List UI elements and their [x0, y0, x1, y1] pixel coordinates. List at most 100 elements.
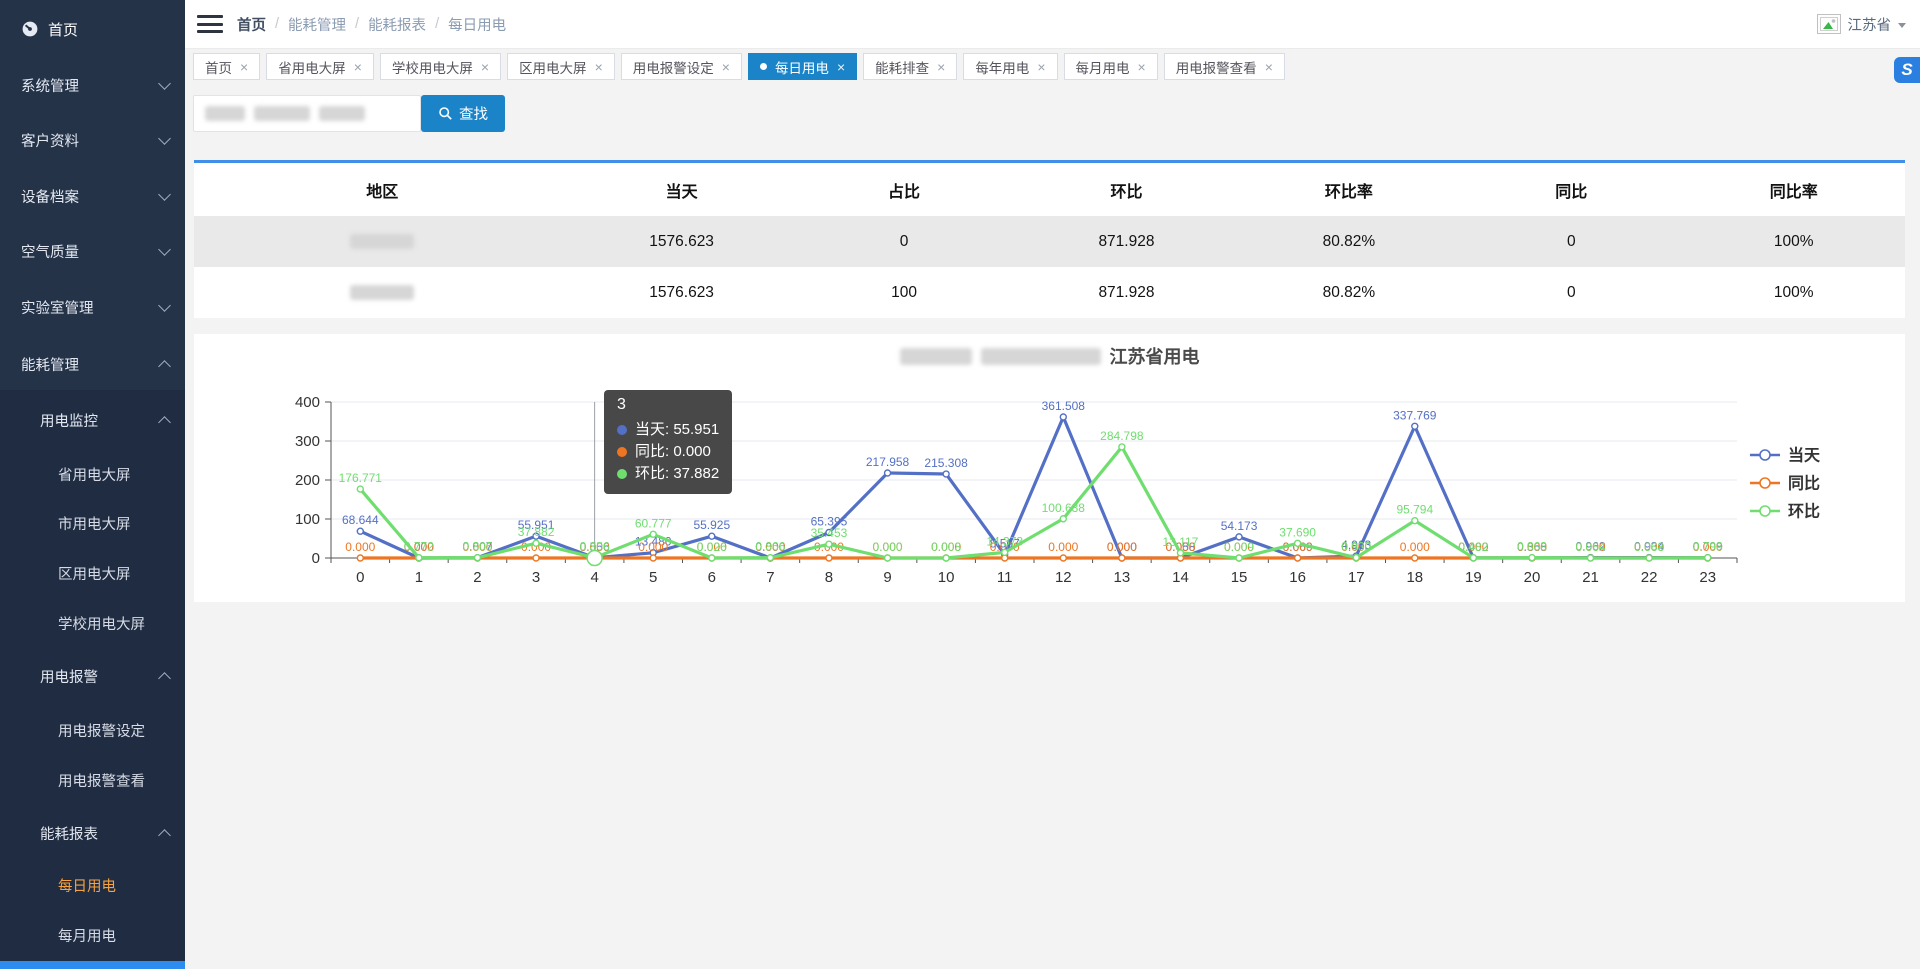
table-cell: 0: [793, 216, 1015, 267]
data-table: 地区当天占比环比环比率同比同比率1576.6230871.92880.82%01…: [194, 163, 1905, 318]
tab-4[interactable]: 用电报警设定 ×: [621, 53, 742, 80]
svg-text:0.008: 0.008: [931, 540, 961, 554]
sidebar-item-0[interactable]: 系统管理: [0, 64, 185, 106]
chevron-up-icon: [158, 829, 171, 842]
svg-text:4: 4: [590, 569, 598, 586]
close-icon[interactable]: ×: [837, 60, 845, 74]
svg-text:15: 15: [1231, 569, 1248, 586]
close-icon[interactable]: ×: [1138, 60, 1146, 74]
submenu-item-0-2[interactable]: 区用电大屏: [0, 552, 185, 594]
close-icon[interactable]: ×: [1037, 60, 1045, 74]
svg-text:35.453: 35.453: [811, 526, 848, 540]
submenu-item-1-0[interactable]: 用电报警设定: [0, 709, 185, 751]
close-icon[interactable]: ×: [1265, 60, 1273, 74]
close-icon[interactable]: ×: [722, 60, 730, 74]
submenu-item-0-1[interactable]: 市用电大屏: [0, 502, 185, 544]
svg-text:21: 21: [1582, 569, 1599, 586]
close-icon[interactable]: ×: [937, 60, 945, 74]
submenu-item-2-1[interactable]: 每月用电: [0, 914, 185, 956]
svg-text:0.000: 0.000: [1400, 540, 1430, 554]
svg-text:当天: 当天: [1788, 446, 1821, 465]
close-icon[interactable]: ×: [595, 60, 603, 74]
sidebar-item-5[interactable]: 能耗管理: [0, 343, 185, 385]
tab-label: 能耗排查: [875, 57, 929, 77]
search-icon: [438, 106, 453, 121]
chart-tooltip: 3 当天: 55.951同比: 0.000环比: 37.882: [604, 390, 732, 494]
redacted-text: [350, 285, 414, 300]
tab-2[interactable]: 学校用电大屏×: [380, 53, 501, 80]
dashboard-icon: [21, 20, 39, 38]
submenu-item-2-0[interactable]: 每日用电: [0, 864, 185, 906]
tab-6[interactable]: 能耗排查 ×: [863, 53, 957, 80]
svg-text:37.690: 37.690: [1279, 525, 1316, 539]
search-input[interactable]: [193, 95, 421, 132]
svg-text:0.798: 0.798: [1693, 540, 1723, 554]
tab-9[interactable]: 用电报警查看×: [1164, 53, 1285, 80]
tooltip-row-2: 环比: 37.882: [617, 463, 719, 485]
series-dot-icon: [617, 425, 627, 435]
tab-5[interactable]: 每日用电×: [748, 53, 857, 80]
svg-text:同比: 同比: [1788, 475, 1820, 493]
tab-label: 区用电大屏: [519, 57, 587, 77]
sidebar-item-2[interactable]: 设备档案: [0, 175, 185, 217]
breadcrumb-item-3[interactable]: 每日用电: [448, 14, 506, 35]
close-icon[interactable]: ×: [481, 60, 489, 74]
redacted-text: [319, 106, 365, 121]
svg-text:0.805: 0.805: [462, 540, 492, 554]
redacted-text: [350, 234, 414, 249]
menu-toggle-icon[interactable]: [197, 15, 223, 38]
svg-text:19: 19: [1465, 569, 1482, 586]
region-cell: [194, 267, 570, 318]
chart-title-text: 江苏省用电: [1110, 343, 1200, 369]
floating-widget-icon[interactable]: S: [1894, 57, 1920, 83]
sidebar-scrollbar[interactable]: [0, 961, 185, 969]
search-button[interactable]: 查找: [421, 95, 505, 132]
tab-1[interactable]: 省用电大屏×: [266, 53, 374, 80]
svg-text:0.000: 0.000: [1107, 540, 1137, 554]
legend-item-2[interactable]: 环比: [1750, 503, 1820, 521]
tooltip-header: 3: [617, 396, 719, 414]
legend-item-0[interactable]: 当天: [1750, 446, 1821, 465]
breadcrumb-separator: /: [355, 16, 359, 32]
svg-text:0.866: 0.866: [755, 540, 785, 554]
hover-emphasis-ring: [587, 551, 602, 566]
tab-bar: 首页×省用电大屏×学校用电大屏×区用电大屏×用电报警设定×每日用电×能耗排查×每…: [193, 53, 1285, 80]
svg-text:2: 2: [473, 569, 481, 586]
breadcrumb-item-1[interactable]: 能耗管理: [288, 14, 346, 35]
tab-8[interactable]: 每月用电×: [1064, 53, 1158, 80]
svg-text:7: 7: [766, 569, 774, 586]
table-cell: 871.928: [1015, 267, 1237, 318]
active-tab-dot-icon: [760, 63, 767, 70]
tab-3[interactable]: 区用电大屏 ×: [507, 53, 615, 80]
sidebar-item-home[interactable]: 首页: [0, 8, 185, 50]
breadcrumb-item-2[interactable]: 能耗报表: [368, 14, 426, 35]
submenu-group-1[interactable]: 用电报警: [0, 655, 185, 697]
col-header-1: 当天: [570, 163, 792, 216]
user-region-dropdown[interactable]: 江苏省: [1817, 0, 1907, 48]
submenu-item-1-1[interactable]: 用电报警查看: [0, 759, 185, 801]
sidebar-item-4[interactable]: 实验室管理: [0, 286, 185, 328]
submenu-group-0[interactable]: 用电监控: [0, 399, 185, 441]
breadcrumb-separator: /: [275, 16, 279, 32]
svg-text:17: 17: [1348, 569, 1365, 586]
line-chart[interactable]: 0100200300400012345678910111213141516171…: [194, 334, 1905, 602]
submenu-group-2[interactable]: 能耗报表: [0, 812, 185, 854]
submenu-item-0-0[interactable]: 省用电大屏: [0, 453, 185, 495]
legend-item-1[interactable]: 同比: [1750, 475, 1820, 493]
sidebar-item-3[interactable]: 空气质量: [0, 230, 185, 272]
chevron-down-icon: [158, 188, 171, 201]
redacted-text: [254, 106, 310, 121]
close-icon[interactable]: ×: [354, 60, 362, 74]
tab-label: 用电报警设定: [633, 57, 714, 77]
tab-7[interactable]: 每年用电×: [963, 53, 1057, 80]
svg-text:0.000: 0.000: [638, 540, 668, 554]
close-icon[interactable]: ×: [240, 60, 248, 74]
svg-text:284.798: 284.798: [1100, 429, 1144, 443]
table-cell: 100%: [1683, 216, 1905, 267]
tab-0[interactable]: 首页×: [193, 53, 260, 80]
series-dot-icon: [617, 469, 627, 479]
sidebar-item-1[interactable]: 客户资料: [0, 119, 185, 161]
breadcrumb-item-0[interactable]: 首页: [237, 14, 266, 35]
search-button-label: 查找: [459, 103, 488, 124]
submenu-item-0-3[interactable]: 学校用电大屏: [0, 602, 185, 644]
